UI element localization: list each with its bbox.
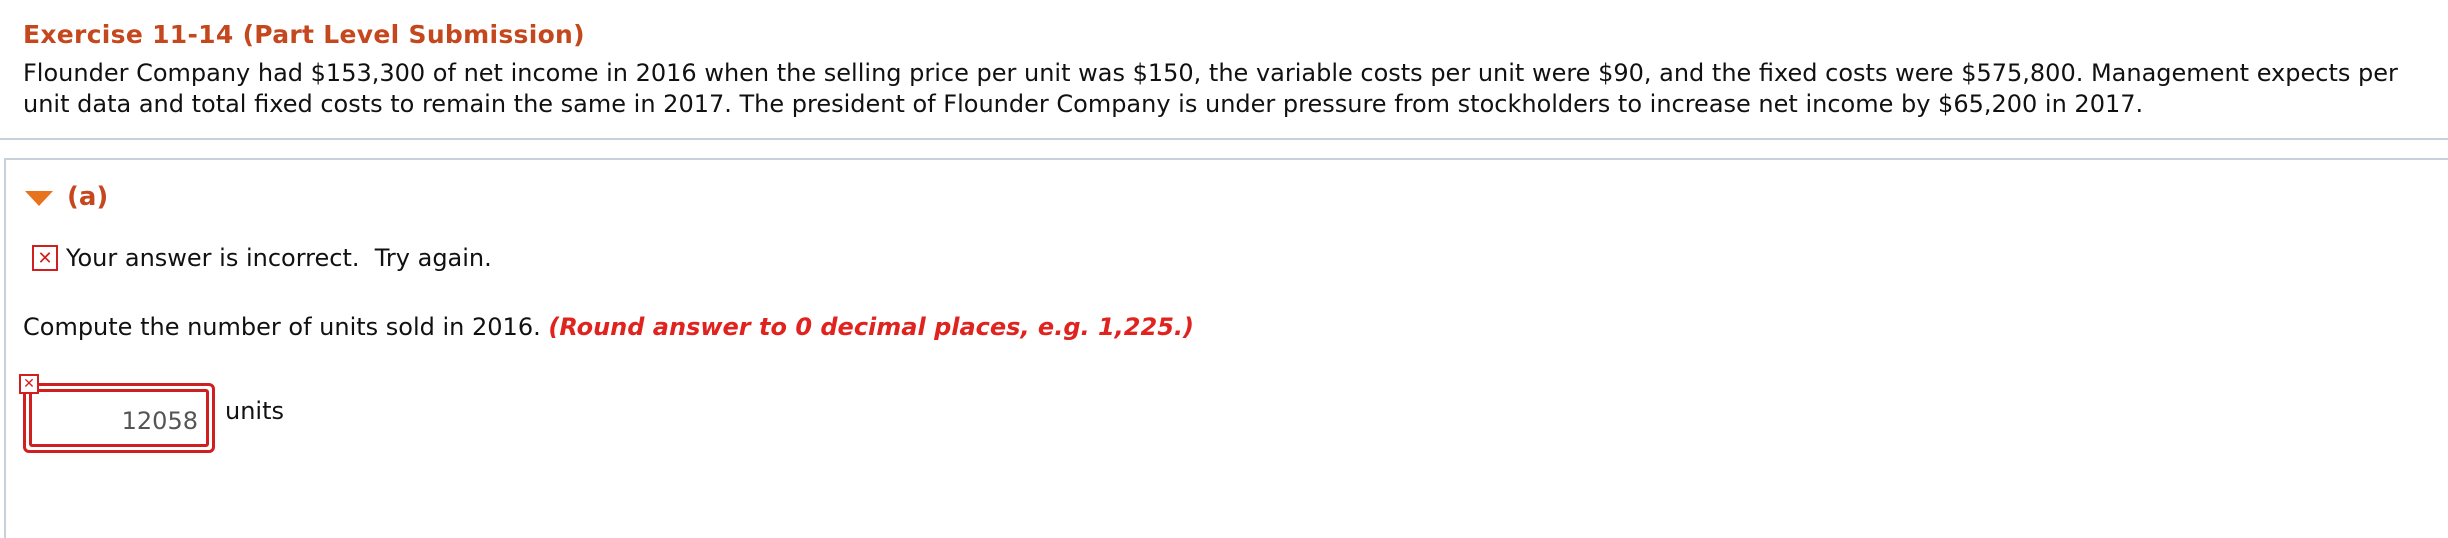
units-sold-input[interactable]: [32, 392, 206, 444]
incorrect-marker-icon: ✕: [19, 374, 39, 394]
units-label: units: [225, 397, 285, 425]
question-prompt: Compute the number of units sold in 2016…: [23, 313, 549, 341]
feedback-text: Your answer is incorrect. Try again.: [66, 244, 492, 272]
answer-field-frame: [29, 389, 209, 447]
collapse-triangle-icon[interactable]: [25, 190, 53, 206]
part-a-toggle[interactable]: (a): [25, 182, 108, 212]
x-mark-icon: ✕: [32, 245, 58, 271]
feedback-message: ✕ Your answer is incorrect. Try again.: [32, 244, 492, 272]
exercise-header: Exercise 11-14 (Part Level Submission) F…: [0, 0, 2448, 140]
exercise-description: Flounder Company had $153,300 of net inc…: [23, 59, 2398, 118]
question-text: Compute the number of units sold in 2016…: [23, 313, 1194, 341]
exercise-title: Exercise 11-14 (Part Level Submission): [23, 20, 585, 49]
rounding-hint: (Round answer to 0 decimal places, e.g. …: [548, 313, 1194, 341]
answer-field-wrapper: [23, 383, 215, 453]
part-label: (a): [67, 182, 109, 212]
part-panel: [4, 158, 2448, 538]
